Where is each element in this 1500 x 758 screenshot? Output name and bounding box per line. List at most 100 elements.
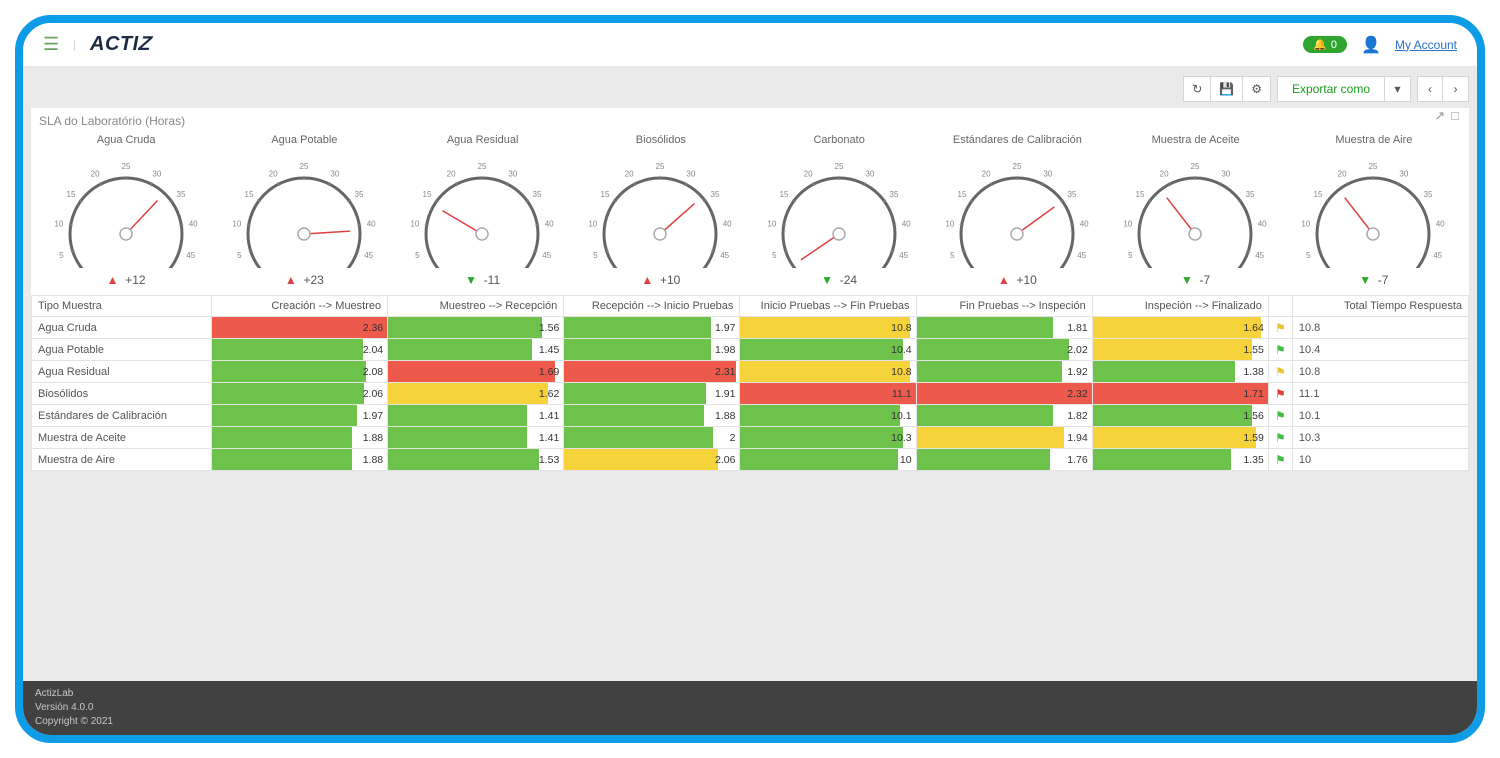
gauge-row: Agua Cruda 05101520253035404550 ▲ +12Agu… xyxy=(37,134,1463,295)
svg-text:35: 35 xyxy=(1424,190,1433,199)
flag-icon: ⚑ xyxy=(1268,361,1292,383)
metric-cell: 1.97 xyxy=(212,405,388,427)
metric-cell: 1.92 xyxy=(916,361,1092,383)
gauge: Estándares de Calibración 05101520253035… xyxy=(928,134,1106,295)
svg-text:20: 20 xyxy=(1338,169,1347,178)
gauge-delta: ▲ +10 xyxy=(572,273,750,287)
flag-icon: ⚑ xyxy=(1268,339,1292,361)
svg-text:40: 40 xyxy=(1436,219,1445,228)
svg-text:10: 10 xyxy=(232,219,241,228)
svg-text:45: 45 xyxy=(1434,251,1443,260)
svg-text:15: 15 xyxy=(1314,190,1323,199)
gauge: Agua Cruda 05101520253035404550 ▲ +12 xyxy=(37,134,215,295)
gauge-title: Agua Residual xyxy=(394,134,572,146)
metric-cell: 10.8 xyxy=(740,317,916,339)
metric-cell: 10.8 xyxy=(740,361,916,383)
footer-app: ActizLab xyxy=(35,687,1465,701)
svg-text:30: 30 xyxy=(865,169,874,178)
svg-text:40: 40 xyxy=(1080,219,1089,228)
svg-text:25: 25 xyxy=(1369,162,1378,171)
svg-text:30: 30 xyxy=(687,169,696,178)
svg-text:15: 15 xyxy=(957,190,966,199)
metric-cell: 1.88 xyxy=(212,427,388,449)
my-account-link[interactable]: My Account xyxy=(1395,38,1457,52)
metric-cell: 1.91 xyxy=(564,383,740,405)
report-toolbar: ↻ 💾 ⚙ Exportar como ▾ ‹ › xyxy=(31,76,1469,102)
metric-cell: 1.41 xyxy=(388,427,564,449)
row-total: 10.3 xyxy=(1292,427,1468,449)
metric-cell: 10.1 xyxy=(740,405,916,427)
table-row: Biosólidos2.061.621.9111.12.321.71⚑11.1 xyxy=(32,383,1469,405)
metric-cell: 2.04 xyxy=(212,339,388,361)
svg-text:30: 30 xyxy=(152,169,161,178)
svg-text:35: 35 xyxy=(889,190,898,199)
svg-text:15: 15 xyxy=(601,190,610,199)
share-icon[interactable]: ↗ xyxy=(1434,108,1445,124)
svg-text:20: 20 xyxy=(90,169,99,178)
svg-text:30: 30 xyxy=(330,169,339,178)
svg-text:10: 10 xyxy=(589,219,598,228)
table-row: Agua Residual2.081.692.3110.81.921.38⚑10… xyxy=(32,361,1469,383)
svg-text:10: 10 xyxy=(1302,219,1311,228)
metric-cell: 1.69 xyxy=(388,361,564,383)
gauge-title: Agua Cruda xyxy=(37,134,215,146)
metric-cell: 2.06 xyxy=(564,449,740,471)
metric-cell: 1.38 xyxy=(1092,361,1268,383)
row-total: 11.1 xyxy=(1292,383,1468,405)
gauge-delta: ▲ +10 xyxy=(928,273,1106,287)
svg-text:20: 20 xyxy=(982,169,991,178)
refresh-button[interactable]: ↻ xyxy=(1183,76,1211,102)
svg-text:45: 45 xyxy=(899,251,908,260)
svg-text:35: 35 xyxy=(1067,190,1076,199)
svg-text:30: 30 xyxy=(1043,169,1052,178)
svg-text:25: 25 xyxy=(834,162,843,171)
settings-button[interactable]: ⚙ xyxy=(1243,76,1271,102)
menu-toggle-icon[interactable]: ☰ xyxy=(43,34,59,55)
row-total: 10.8 xyxy=(1292,361,1468,383)
svg-text:35: 35 xyxy=(176,190,185,199)
footer-copyright: Copyright © 2021 xyxy=(35,715,1465,729)
svg-text:15: 15 xyxy=(244,190,253,199)
gauge-title: Muestra de Aceite xyxy=(1107,134,1285,146)
save-button[interactable]: 💾 xyxy=(1211,76,1243,102)
export-button[interactable]: Exportar como xyxy=(1277,76,1385,102)
column-header[interactable]: Fin Pruebas --> Inspeción xyxy=(916,296,1092,317)
column-header[interactable]: Recepción --> Inicio Pruebas xyxy=(564,296,740,317)
gauge-delta: ▲ +12 xyxy=(37,273,215,287)
fullscreen-icon[interactable]: □ xyxy=(1451,108,1459,124)
metric-cell: 1.94 xyxy=(916,427,1092,449)
prev-page-button[interactable]: ‹ xyxy=(1417,76,1443,102)
gauge: Agua Potable 05101520253035404550 ▲ +23 xyxy=(215,134,393,295)
svg-text:40: 40 xyxy=(723,219,732,228)
svg-text:20: 20 xyxy=(269,169,278,178)
metric-cell: 1.53 xyxy=(388,449,564,471)
column-header[interactable]: Total Tiempo Respuesta xyxy=(1292,296,1468,317)
metric-cell: 1.76 xyxy=(916,449,1092,471)
notifications-badge[interactable]: 🔔 0 xyxy=(1303,36,1347,53)
column-header[interactable]: Tipo Muestra xyxy=(32,296,212,317)
gauge-title: Agua Potable xyxy=(215,134,393,146)
row-total: 10 xyxy=(1292,449,1468,471)
refresh-icon: ↻ xyxy=(1192,82,1202,96)
svg-text:25: 25 xyxy=(1191,162,1200,171)
svg-text:10: 10 xyxy=(767,219,776,228)
column-header[interactable]: Creación --> Muestreo xyxy=(212,296,388,317)
svg-text:20: 20 xyxy=(1160,169,1169,178)
svg-text:5: 5 xyxy=(1306,251,1311,260)
column-header[interactable]: Muestreo --> Recepción xyxy=(388,296,564,317)
svg-text:35: 35 xyxy=(354,190,363,199)
footer: ActizLab Versión 4.0.0 Copyright © 2021 xyxy=(23,681,1477,735)
next-page-button[interactable]: › xyxy=(1443,76,1469,102)
column-header[interactable]: Inspeción --> Finalizado xyxy=(1092,296,1268,317)
column-header[interactable]: Inicio Pruebas --> Fin Pruebas xyxy=(740,296,916,317)
metric-cell: 1.56 xyxy=(388,317,564,339)
svg-text:45: 45 xyxy=(364,251,373,260)
svg-text:40: 40 xyxy=(901,219,910,228)
export-dropdown-toggle[interactable]: ▾ xyxy=(1385,76,1411,102)
gauge-title: Carbonato xyxy=(750,134,928,146)
table-row: Muestra de Aire1.881.532.06101.761.35⚑10 xyxy=(32,449,1469,471)
svg-text:5: 5 xyxy=(772,251,777,260)
metric-cell: 1.98 xyxy=(564,339,740,361)
row-label: Agua Residual xyxy=(32,361,212,383)
metric-cell: 1.88 xyxy=(212,449,388,471)
